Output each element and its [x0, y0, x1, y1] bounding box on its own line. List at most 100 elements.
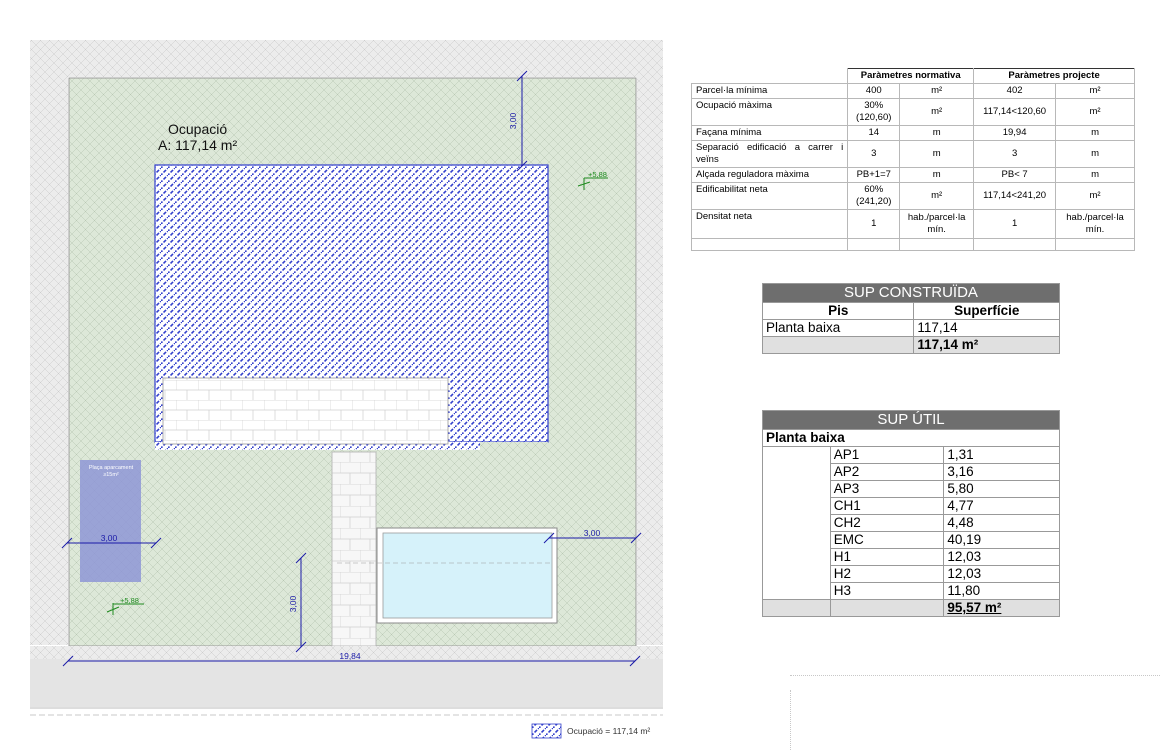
table-row: AP1 1,31 [762, 446, 1060, 600]
norm-unit: m² [899, 182, 975, 210]
proj-unit: m [1055, 125, 1135, 141]
table-row: Separació edificació a carrer i veïns 3 … [690, 140, 1135, 168]
norm-unit: m [899, 125, 975, 141]
row-area: 117,14 [913, 319, 1060, 337]
sup-util-title: SUP ÚTIL [762, 410, 1060, 430]
total-empty [762, 599, 831, 617]
param-label: Edificabilitat neta [690, 182, 849, 210]
room-name: AP3 [829, 480, 945, 498]
total-empty-2 [829, 599, 945, 617]
norm-value: 30% (120,60) [847, 98, 901, 126]
proj-value: 1 [973, 209, 1057, 239]
proj-value: 117,14<120,60 [973, 98, 1057, 126]
norm-value: 14 [847, 125, 901, 141]
room-name: H1 [829, 548, 945, 566]
occupation-area: A: 117,14 m² [158, 137, 237, 153]
guide-dots-vertical [790, 690, 791, 750]
norm-value: PB+1=7 [847, 167, 901, 183]
room-name: H3 [829, 582, 945, 600]
proj-unit: m² [1055, 98, 1135, 126]
norm-unit: m² [899, 83, 975, 99]
room-name: CH1 [829, 497, 945, 515]
norm-unit: hab./parcel·la mín. [899, 209, 975, 239]
access-path [331, 451, 377, 647]
norm-value: 60% (241,20) [847, 182, 901, 210]
parking-space [80, 460, 141, 582]
dimension-right: 3,00 [584, 528, 601, 538]
guide-dots-horizontal [790, 675, 1160, 676]
parking-area: ≥15m² [103, 472, 119, 478]
proj-unit: m [1055, 140, 1135, 168]
dimension-top: 3,00 [508, 112, 518, 129]
dimension-left: 3,00 [101, 533, 118, 543]
param-label: Densitat neta [690, 209, 849, 239]
room-area: 11,80 [943, 582, 1060, 600]
room-area: 40,19 [943, 531, 1060, 549]
level-2-label: +5,88 [120, 596, 139, 605]
norm-unit: m [899, 167, 975, 183]
room-name: H2 [829, 565, 945, 583]
room-name: AP2 [829, 463, 945, 481]
norm-unit: m [899, 140, 975, 168]
row-floor: Planta baixa [761, 319, 915, 337]
proj-unit: m² [1055, 182, 1135, 210]
sup-construida-title: SUP CONSTRUÏDA [762, 283, 1060, 303]
sup-construida-table: SUP CONSTRUÏDA Pis Superfície Planta bai… [761, 283, 1060, 354]
empty-cell [847, 238, 901, 251]
legend-swatch [531, 723, 562, 739]
room-area: 12,03 [943, 565, 1060, 583]
header-normativa: Paràmetres normativa [847, 68, 975, 84]
param-label: Ocupació màxima [690, 98, 849, 126]
table-row: Façana mínima 14 m 19,94 m [690, 125, 1135, 141]
proj-value: 3 [973, 140, 1057, 168]
proj-value: 19,94 [973, 125, 1057, 141]
norm-value: 400 [847, 83, 901, 99]
dimension-bottom: 3,00 [288, 595, 298, 612]
room-area: 1,31 [943, 446, 1060, 464]
level-1-label: +5,88 [588, 170, 607, 179]
parameters-table: Paràmetres normativa Paràmetres projecte… [690, 68, 1135, 251]
indent-cell [762, 446, 831, 600]
norm-value: 1 [847, 209, 901, 239]
sup-util-table: SUP ÚTIL Planta baixa AP1 1,31 AP2 3,16 … [762, 410, 1060, 617]
norm-unit: m² [899, 98, 975, 126]
room-name: CH2 [829, 514, 945, 532]
empty-cell [973, 238, 1057, 251]
table-row: Parcel·la mínima 400 m² 402 m² [690, 83, 1135, 99]
room-area: 4,48 [943, 514, 1060, 532]
proj-value: 117,14<241,20 [973, 182, 1057, 210]
pool [382, 532, 553, 619]
col-superficie: Superfície [913, 302, 1060, 320]
terrace-paving [162, 377, 449, 445]
param-label: Separació edificació a carrer i veïns [690, 140, 849, 168]
room-name: EMC [829, 531, 945, 549]
sup-util-floor: Planta baixa [762, 429, 1060, 447]
norm-value: 3 [847, 140, 901, 168]
proj-unit: m² [1055, 83, 1135, 99]
parking-label: Plaça aparcament [89, 465, 134, 471]
neighbour-strip-left [30, 77, 68, 645]
table-row: Ocupació màxima 30% (120,60) m² 117,14<1… [690, 98, 1135, 126]
street [30, 659, 663, 707]
room-area: 12,03 [943, 548, 1060, 566]
proj-value: PB< 7 [973, 167, 1057, 183]
proj-value: 402 [973, 83, 1057, 99]
legend-label: Ocupació = 117,14 m² [567, 726, 650, 736]
occupation-label: Ocupació [168, 121, 227, 137]
empty-cell [899, 238, 975, 251]
neighbour-strip-right [637, 77, 663, 645]
neighbour-strip-top [30, 40, 663, 77]
room-area: 3,16 [943, 463, 1060, 481]
sup-util-total: 95,57 m² [943, 599, 1060, 617]
sup-construida-total: 117,14 m² [913, 336, 1060, 354]
table-row-empty [690, 238, 1135, 251]
param-label: Alçada reguladora màxima [690, 167, 849, 183]
col-pis: Pis [761, 302, 915, 320]
room-area: 4,77 [943, 497, 1060, 515]
param-label: Façana mínima [690, 125, 849, 141]
site-plan: Plaça aparcament ≥15m² Ocupació A: 117,1… [30, 40, 663, 739]
proj-unit: hab./parcel·la mín. [1055, 209, 1135, 239]
dimension-width: 19,84 [339, 651, 361, 661]
empty-cell [690, 238, 849, 251]
room-area: 5,80 [943, 480, 1060, 498]
